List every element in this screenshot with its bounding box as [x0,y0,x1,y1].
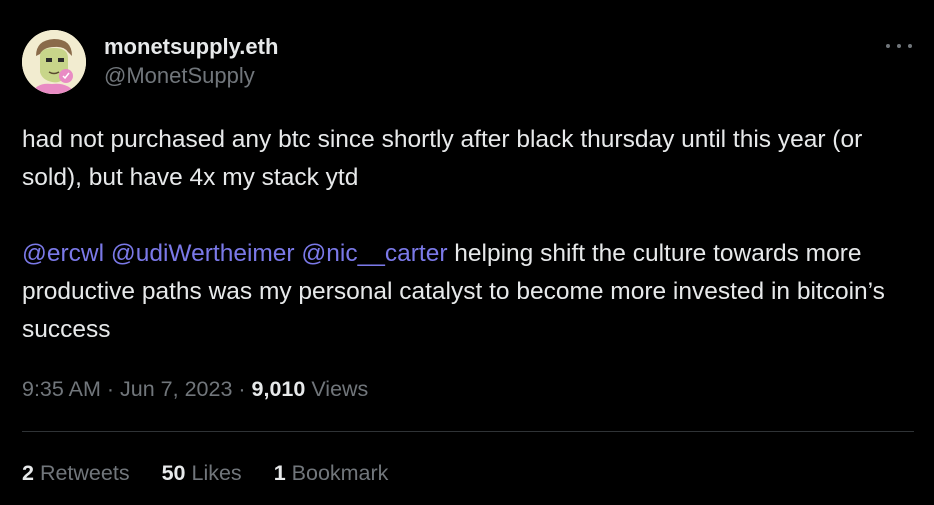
more-dot [897,44,901,48]
divider [22,431,914,432]
author-display-name[interactable]: monetsupply.eth [104,33,278,61]
views-label: Views [311,377,369,401]
meta-separator: · [238,377,246,401]
author-handle[interactable]: @MonetSupply [104,61,278,91]
avatar[interactable] [22,30,86,94]
tweet-text: had not purchased any btc since shortly … [22,121,912,349]
bookmarks-stat[interactable]: 1 Bookmark [274,458,389,488]
tweet-time[interactable]: 9:35 AM [22,377,101,401]
tweet-paragraph-1: had not purchased any btc since shortly … [22,126,863,191]
engagement-stats: 2 Retweets 50 Likes 1 Bookmark [22,458,420,488]
bookmarks-label: Bookmark [291,461,389,485]
retweets-count: 2 [22,461,34,485]
mention-link[interactable]: @udiWertheimer [111,240,295,267]
likes-label: Likes [191,461,242,485]
retweets-label: Retweets [39,461,130,485]
mention-link[interactable]: @nic__carter [301,240,447,267]
likes-stat[interactable]: 50 Likes [162,458,242,488]
tweet-header: monetsupply.eth @MonetSupply [22,30,278,94]
views-count: 9,010 [251,377,306,401]
more-dot [908,44,912,48]
tweet-paragraph-2: @ercwl @udiWertheimer @nic__carter helpi… [22,235,912,349]
tweet-date[interactable]: Jun 7, 2023 [120,377,232,401]
more-options-icon[interactable] [886,36,912,56]
meta-separator: · [106,377,115,401]
mention-link[interactable]: @ercwl [22,240,104,267]
likes-count: 50 [161,461,186,485]
tweet-meta: 9:35 AM · Jun 7, 2023 · 9,010 Views [22,374,368,404]
avatar-illustration [22,30,86,94]
author-names: monetsupply.eth @MonetSupply [104,33,278,91]
tweet: monetsupply.eth @MonetSupply had not pur… [0,0,934,505]
bookmarks-count: 1 [273,461,286,485]
more-dot [886,44,890,48]
retweets-stat[interactable]: 2 Retweets [22,458,130,488]
